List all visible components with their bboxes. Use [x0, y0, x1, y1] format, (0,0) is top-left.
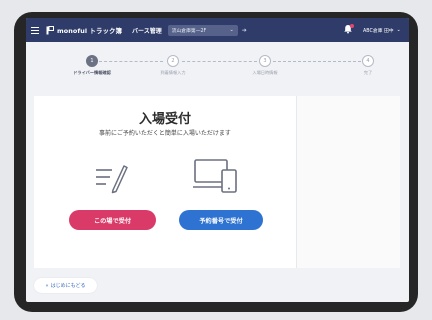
step-4: 4 完了 — [328, 55, 408, 76]
step-label: 入場日時情報 — [252, 70, 278, 75]
hamburger-icon — [31, 26, 39, 34]
app-screen: monoful トラック簿 バース管理 流山倉庫第一2F ⌄ ➜ ABC倉庫 田… — [26, 18, 409, 302]
step-number: 3 — [259, 55, 271, 67]
step-label: 到着情報入力 — [160, 70, 186, 75]
app-logo[interactable]: monoful トラック簿 — [46, 25, 122, 35]
site-select[interactable]: 流山倉庫第一2F ⌄ — [167, 24, 238, 36]
logo-mark-icon — [46, 25, 54, 34]
step-number: 1 — [86, 55, 98, 67]
reservation-number-button[interactable]: 予約番号で受付 — [179, 210, 263, 230]
step-3: 3 入場日時情報 — [225, 55, 305, 76]
step-1: 1 ドライバー情報確認 — [52, 55, 132, 76]
notification-badge — [350, 24, 354, 28]
onsite-reception-button[interactable]: この場で受付 — [69, 210, 156, 230]
main-panel: 入場受付 事前にご予約いただくと簡単に入場いただけます この場で受付 予約番号で… — [34, 96, 400, 268]
back-to-start-button[interactable]: « はじめにもどる — [34, 278, 97, 293]
step-number: 4 — [362, 55, 374, 67]
progress-stepper: 1 ドライバー情報確認 2 到着情報入力 3 入場日時情報 4 完了 — [26, 52, 409, 82]
entry-card: 入場受付 事前にご予約いただくと簡単に入場いただけます この場で受付 予約番号で… — [34, 96, 296, 268]
site-select-value: 流山倉庫第一2F — [171, 28, 207, 34]
double-chevron-left-icon: « — [45, 282, 49, 289]
step-label: 完了 — [363, 70, 373, 75]
arrow-right-icon[interactable]: ➜ — [242, 27, 247, 34]
user-name: ABC倉庫 田中 — [363, 28, 394, 34]
top-bar: monoful トラック簿 バース管理 流山倉庫第一2F ⌄ ➜ ABC倉庫 田… — [26, 18, 409, 42]
step-number: 2 — [167, 55, 179, 67]
menu-label[interactable]: バース管理 — [132, 26, 162, 35]
back-label: はじめにもどる — [50, 283, 86, 289]
handwriting-form-icon — [96, 165, 128, 194]
panel-divider — [296, 96, 297, 268]
laptop-tablet-icon — [193, 159, 237, 193]
step-label: ドライバー情報確認 — [73, 70, 111, 75]
notification-button[interactable] — [343, 24, 354, 35]
page-subtitle: 事前にご予約いただくと簡単に入場いただけます — [99, 130, 231, 137]
page-title: 入場受付 — [138, 112, 191, 127]
step-2: 2 到着情報入力 — [133, 55, 213, 76]
chevron-down-icon: ⌄ — [229, 27, 234, 33]
chevron-down-icon: ⌄ — [396, 27, 401, 33]
user-menu[interactable]: ABC倉庫 田中 ⌄ — [363, 18, 401, 42]
brand-name: monoful トラック簿 — [57, 26, 122, 35]
hamburger-menu-button[interactable] — [26, 18, 44, 42]
